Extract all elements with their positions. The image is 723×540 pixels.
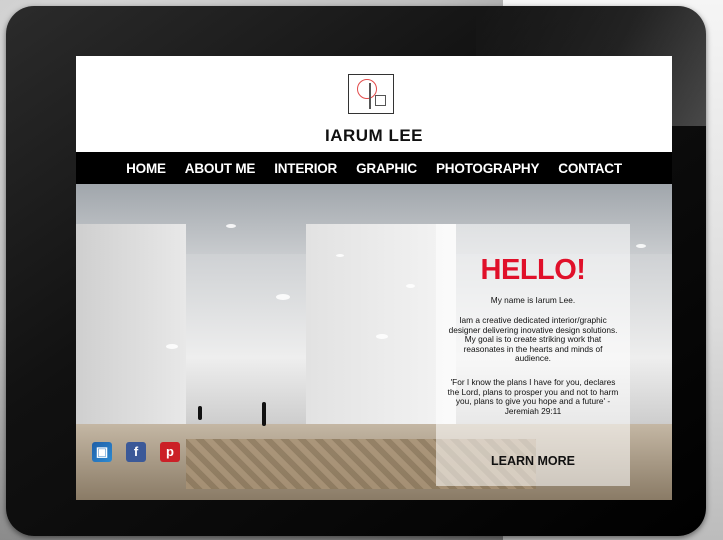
nav-item-about-me[interactable]: ABOUT ME [185,161,256,176]
site-header: IARUM LEE [76,56,672,152]
intro-text: My name is Iarum Lee. [490,295,576,305]
learn-more-button[interactable]: LEARN MORE [436,454,630,468]
light-spot [336,254,344,257]
pinterest-icon[interactable]: p [160,442,180,462]
site-title: IARUM LEE [325,126,423,145]
quote-text: 'For I know the plans I have for you, de… [447,377,619,416]
hello-heading: HELLO! [480,254,586,286]
nav-item-graphic[interactable]: GRAPHIC [356,161,417,176]
nav-item-contact[interactable]: CONTACT [558,161,622,176]
person-figure [262,402,266,426]
light-spot [276,294,290,300]
person-figure [198,406,202,420]
light-spot [636,244,646,248]
nav-item-photography[interactable]: PHOTOGRAPHY [436,161,540,176]
hero-wall-mid [306,224,456,424]
facebook-icon[interactable]: f [126,442,146,462]
light-spot [376,334,388,339]
light-spot [166,344,178,349]
light-spot [406,284,415,288]
main-navigation: HOME ABOUT ME INTERIOR GRAPHIC PHOTOGRAP… [76,152,672,184]
site-logo-icon[interactable] [348,74,394,114]
nav-item-interior[interactable]: INTERIOR [274,161,337,176]
light-spot [226,224,236,228]
nav-item-home[interactable]: HOME [126,161,166,176]
hero-section: HELLO! My name is Iarum Lee. Iam a creat… [76,184,672,500]
tablet-screen: IARUM LEE HOME ABOUT ME INTERIOR GRAPHIC… [76,56,672,500]
intro-panel: HELLO! My name is Iarum Lee. Iam a creat… [436,224,630,486]
instagram-icon[interactable]: ▣ [92,442,112,462]
description-text: Iam a creative dedicated interior/graphi… [448,315,618,364]
